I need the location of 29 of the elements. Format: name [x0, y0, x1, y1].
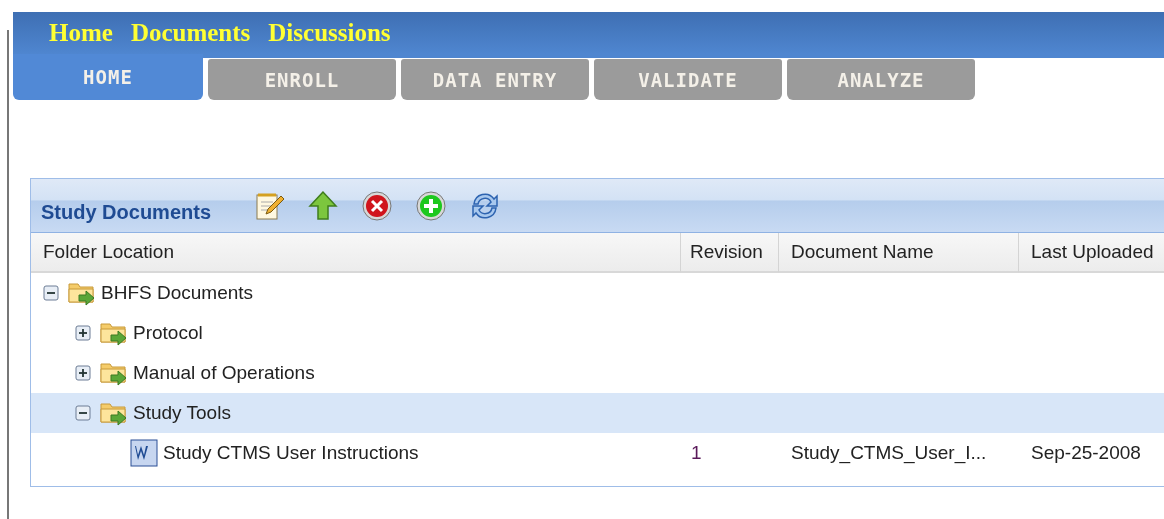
tree-row[interactable]: Manual of Operations	[31, 353, 1164, 393]
folder-name: Study Tools	[133, 402, 231, 424]
revision-cell: 1	[691, 442, 702, 464]
tree-row[interactable]: Protocol	[31, 313, 1164, 353]
expand-icon[interactable]	[75, 365, 91, 381]
folder-name: Protocol	[133, 322, 203, 344]
add-icon[interactable]	[415, 190, 448, 222]
column-header[interactable]: Folder Location	[31, 233, 681, 273]
up-arrow-icon[interactable]	[307, 190, 340, 222]
document-name-cell: Study_CTMS_User_I...	[791, 442, 987, 464]
collapse-icon[interactable]	[43, 285, 59, 301]
nav-link[interactable]: Home	[49, 19, 113, 47]
tree-row[interactable]: BHFS Documents	[31, 273, 1164, 313]
delete-icon[interactable]	[361, 190, 394, 222]
panel-title: Study Documents	[41, 201, 212, 224]
column-header[interactable]: Document Name	[779, 233, 1019, 273]
collapse-icon[interactable]	[75, 405, 91, 421]
tree-row[interactable]: Study Tools	[31, 393, 1164, 433]
document-title: Study CTMS User Instructions	[163, 442, 419, 464]
nav-link[interactable]: Documents	[130, 19, 251, 47]
date-cell: Sep-25-2008	[1031, 442, 1141, 464]
word-document-icon	[129, 439, 159, 467]
folder-name: Manual of Operations	[133, 362, 315, 384]
tree-row[interactable]: Study CTMS User Instructions 1 Study_CTMS_User_I... Sep-25-2008	[31, 433, 1164, 473]
expand-icon[interactable]	[75, 325, 91, 341]
folder-name: BHFS Documents	[101, 282, 254, 304]
column-header[interactable]: Last Uploaded	[1019, 233, 1164, 273]
column-header[interactable]: Revision	[681, 233, 779, 273]
nav-link[interactable]: Discussions	[268, 19, 391, 47]
